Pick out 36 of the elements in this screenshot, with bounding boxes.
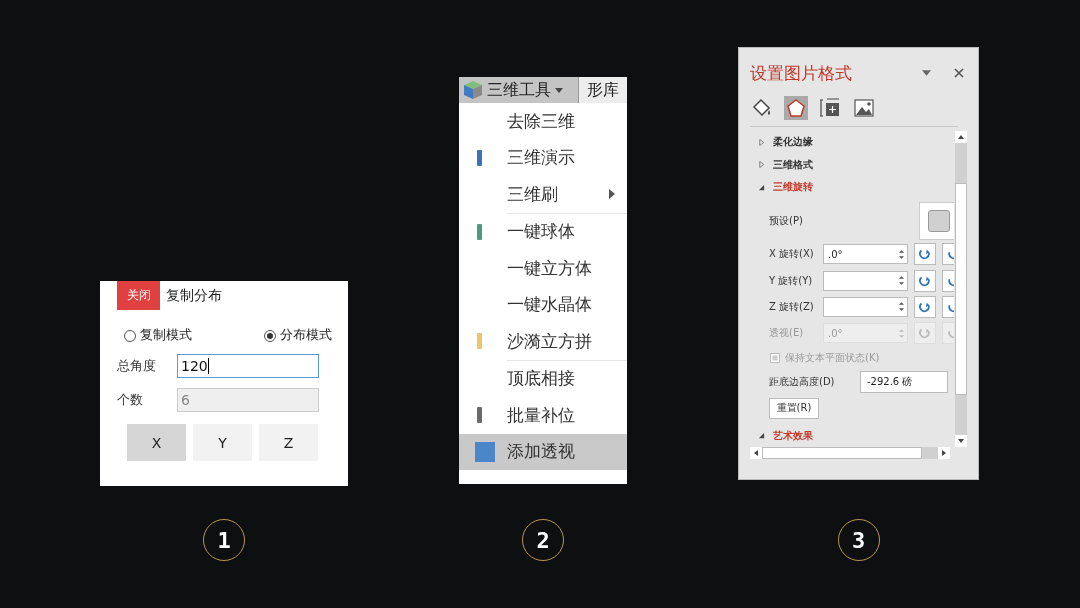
section-header[interactable]: 柔化边缘 bbox=[750, 131, 954, 154]
field-label: 透视(E) bbox=[769, 326, 805, 341]
menu-item[interactable]: 三维刷 bbox=[459, 176, 627, 213]
pane-title: 设置图片格式 bbox=[750, 61, 853, 85]
radio-option[interactable]: 分布模式 bbox=[264, 327, 332, 344]
field-label: Y 旋转(Y) bbox=[769, 273, 814, 288]
toolbar-button[interactable]: 形库 bbox=[579, 77, 627, 103]
menu-item[interactable]: 添加透视 bbox=[459, 433, 627, 470]
field-label: X 旋转(X) bbox=[769, 247, 815, 262]
menu-item[interactable]: 顶底相接 bbox=[459, 360, 627, 397]
radio-option[interactable]: 复制模式 bbox=[124, 327, 192, 344]
field-label: 总角度 bbox=[117, 357, 157, 375]
spin-field[interactable]: .0° bbox=[823, 244, 908, 265]
menu-item[interactable]: 三维演示 bbox=[459, 139, 627, 176]
field-label: 距底边高度(D) bbox=[769, 374, 836, 389]
field-label: 预设(P) bbox=[769, 213, 804, 228]
axis-button[interactable]: Z bbox=[259, 424, 318, 461]
section-header[interactable]: 艺术效果 bbox=[750, 424, 954, 447]
menu-item[interactable]: 一键水晶体 bbox=[459, 286, 627, 323]
section-header[interactable]: 三维旋转 bbox=[750, 175, 954, 199]
input-field[interactable]: -292.6 磅 bbox=[860, 370, 948, 393]
menu-item[interactable]: 一键立方体 bbox=[459, 250, 627, 287]
menu-item[interactable]: 去除三维 bbox=[459, 103, 627, 140]
toolbar-dropdown[interactable]: 三维工具 bbox=[459, 77, 579, 103]
close-button[interactable]: 关闭 bbox=[117, 281, 160, 310]
field-label: Z 旋转(Z) bbox=[769, 299, 815, 314]
section-header[interactable]: 三维格式 bbox=[750, 153, 954, 176]
axis-button[interactable]: X bbox=[127, 424, 186, 461]
axis-button[interactable]: Y bbox=[193, 424, 252, 461]
reset-button[interactable]: 重置(R) bbox=[769, 398, 819, 419]
field-label: 个数 bbox=[117, 391, 144, 409]
menu-item[interactable]: 沙漪立方拼 bbox=[459, 323, 627, 360]
menu-item[interactable]: 批量补位 bbox=[459, 397, 627, 434]
menu-item[interactable]: 一键球体 bbox=[459, 213, 627, 250]
input-field[interactable]: 120 bbox=[177, 354, 319, 378]
dialog-title: 复制分布 bbox=[166, 286, 222, 305]
